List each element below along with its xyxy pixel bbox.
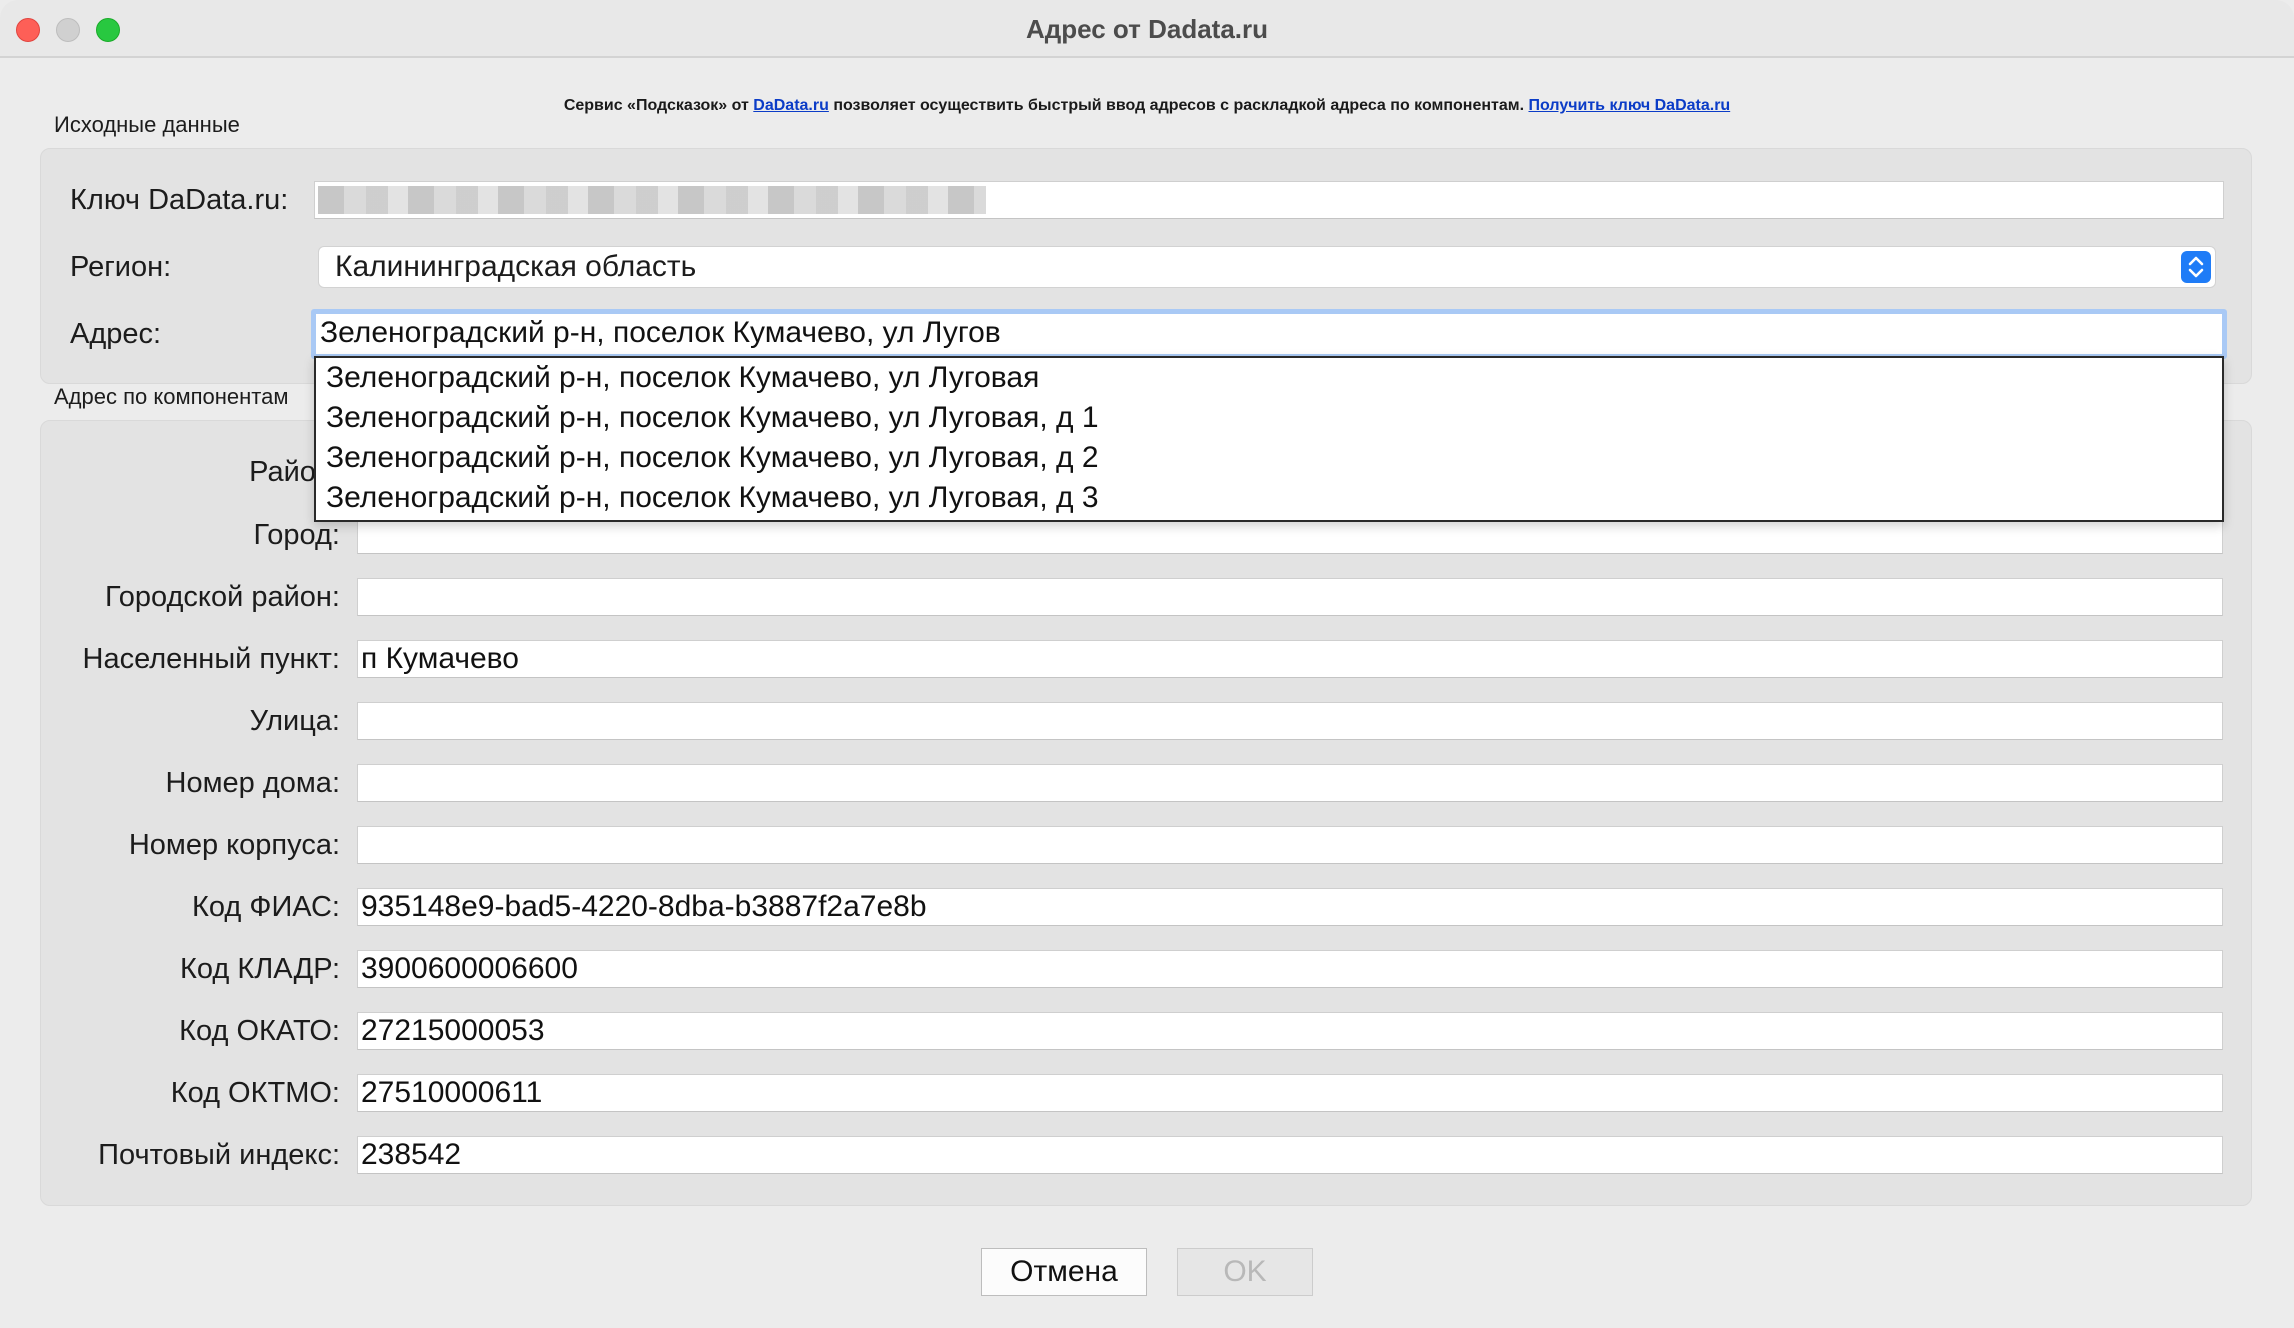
address-label: Адрес: — [70, 318, 162, 350]
block-field[interactable] — [357, 826, 2223, 864]
okato-label: Код ОКАТО: — [179, 1015, 340, 1047]
suggestion-item[interactable]: Зеленоградский р-н, поселок Кумачево, ул… — [316, 398, 2222, 438]
suggestion-item[interactable]: Зеленоградский р-н, поселок Кумачево, ул… — [316, 438, 2222, 478]
city-district-label: Городской район: — [105, 581, 340, 613]
oktmo-field[interactable]: 27510000611 — [357, 1074, 2223, 1112]
chevron-up-down-icon — [2181, 251, 2211, 283]
block-label: Номер корпуса: — [128, 829, 340, 861]
region-select-value: Калининградская область — [335, 250, 697, 283]
postal-label: Почтовый индекс: — [98, 1139, 340, 1171]
title-bar: Адрес от Dadata.ru — [0, 0, 2294, 58]
region-select[interactable]: Калининградская область — [318, 246, 2216, 288]
dadata-link[interactable]: DaData.ru — [753, 97, 829, 114]
source-group-label: Исходные данные — [54, 112, 240, 137]
suggestion-item[interactable]: Зеленоградский р-н, поселок Кумачево, ул… — [316, 358, 2222, 398]
fias-field[interactable]: 935148e9-bad5-4220-8dba-b3887f2a7e8b — [357, 888, 2223, 926]
house-label: Номер дома: — [165, 767, 341, 799]
address-suggestions-list: Зеленоградский р-н, поселок Кумачево, ул… — [314, 356, 2224, 522]
kladr-label: Код КЛАДР: — [180, 953, 340, 985]
suggestion-item[interactable]: Зеленоградский р-н, поселок Кумачево, ул… — [316, 478, 2222, 518]
info-middle: позволяет осуществить быстрый ввод адрес… — [828, 97, 1529, 114]
city-district-field[interactable] — [357, 578, 2223, 616]
okato-field[interactable]: 27215000053 — [357, 1012, 2223, 1050]
redacted-key-value — [318, 186, 986, 214]
fias-label: Код ФИАС: — [192, 891, 340, 923]
dialog-window: Адрес от Dadata.ru Сервис «Подсказок» от… — [0, 0, 2294, 1328]
oktmo-label: Код ОКТМО: — [170, 1077, 340, 1109]
region-label: Регион: — [70, 251, 172, 283]
kladr-field[interactable]: 3900600006600 — [357, 950, 2223, 988]
ok-button[interactable]: OK — [1177, 1248, 1313, 1296]
get-key-link[interactable]: Получить ключ DaData.ru — [1528, 97, 1730, 114]
components-group-label: Адрес по компонентам — [54, 384, 289, 409]
window-title: Адрес от Dadata.ru — [1025, 14, 1269, 44]
street-label: Улица: — [249, 705, 340, 737]
house-field[interactable] — [357, 764, 2223, 802]
city-label: Город: — [253, 519, 341, 551]
district-label: Район: — [249, 456, 340, 488]
service-info-text: Сервис «Подсказок» от DaData.ru позволяе… — [0, 97, 2294, 115]
dadata-key-label: Ключ DaData.ru: — [70, 184, 289, 216]
settlement-label: Населенный пункт: — [82, 643, 341, 675]
postal-field[interactable]: 238542 — [357, 1136, 2223, 1174]
settlement-field[interactable]: п Кумачево — [357, 640, 2223, 678]
street-field[interactable] — [357, 702, 2223, 740]
address-input[interactable]: Зеленоградский р-н, поселок Кумачево, ул… — [311, 309, 2227, 359]
cancel-button[interactable]: Отмена — [981, 1248, 1147, 1296]
info-prefix: Сервис «Подсказок» от — [563, 97, 754, 114]
